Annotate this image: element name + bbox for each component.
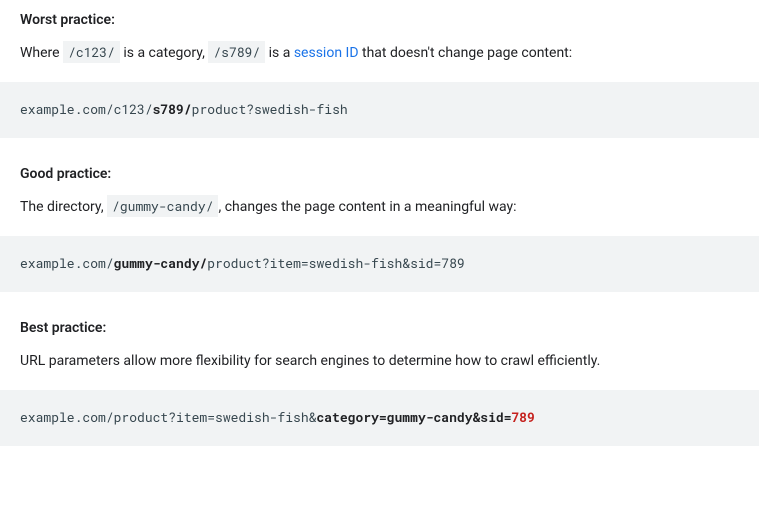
- inline-code: /gummy-candy/: [107, 195, 218, 217]
- text: Where: [20, 45, 63, 61]
- code-text: product?item=swedish-fish&sid=789: [207, 254, 464, 272]
- text: , changes the page content in a meaningf…: [218, 199, 516, 215]
- text: is a category,: [120, 45, 208, 61]
- section-desc-worst: Where /c123/ is a category, /s789/ is a …: [20, 42, 739, 64]
- code-bold: category=gummy-candy&sid=: [316, 408, 511, 426]
- code-text: product?swedish-fish: [192, 100, 348, 118]
- section-title-good: Good practice:: [20, 166, 739, 182]
- code-text: example.com/c123/: [20, 100, 153, 118]
- code-block-worst: example.com/c123/s789/product?swedish-fi…: [0, 82, 759, 138]
- inline-code: /c123/: [63, 41, 120, 63]
- text: The directory,: [20, 199, 107, 215]
- document-container: Worst practice: Where /c123/ is a catego…: [0, 0, 759, 494]
- code-bold: s789/: [153, 100, 192, 118]
- code-text: example.com/product?item=swedish-fish&: [20, 408, 316, 426]
- code-bold: gummy-candy/: [114, 254, 208, 272]
- section-title-best: Best practice:: [20, 320, 739, 336]
- text: that doesn't change page content:: [359, 45, 573, 61]
- section-title-worst: Worst practice:: [20, 12, 739, 28]
- session-id-link[interactable]: session ID: [294, 45, 359, 61]
- section-desc-best: URL parameters allow more flexibility fo…: [20, 350, 739, 372]
- inline-code: /s789/: [208, 41, 265, 63]
- code-text: example.com/: [20, 254, 114, 272]
- code-block-best: example.com/product?item=swedish-fish&ca…: [0, 390, 759, 446]
- text: is a: [265, 45, 294, 61]
- section-desc-good: The directory, /gummy-candy/, changes th…: [20, 196, 739, 218]
- code-red: 789: [512, 408, 535, 426]
- code-block-good: example.com/gummy-candy/product?item=swe…: [0, 236, 759, 292]
